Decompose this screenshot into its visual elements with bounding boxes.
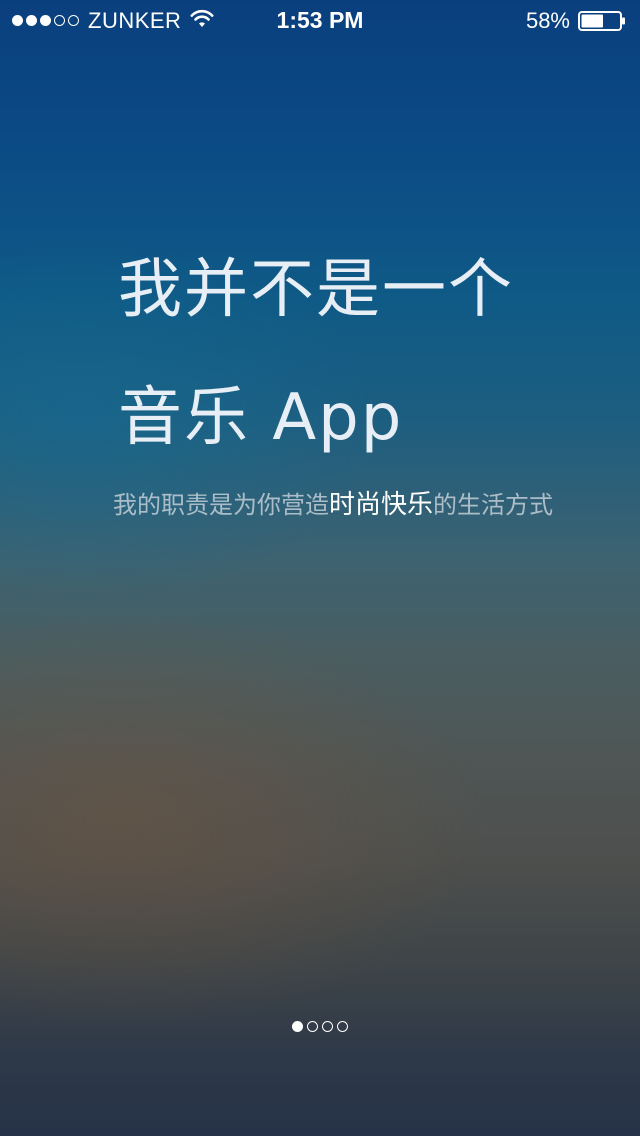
headline-line-1: 我并不是一个 bbox=[118, 253, 514, 327]
battery-percent: 58% bbox=[525, 8, 570, 33]
page-dot-3[interactable] bbox=[322, 1021, 333, 1032]
status-bar: ZUNKER 1:53 PM 58% bbox=[0, 0, 640, 40]
battery-icon bbox=[578, 11, 625, 31]
subtitle-prefix: 我的职责是为你营造 bbox=[112, 491, 329, 519]
headline-line-2: 音乐 App bbox=[118, 381, 404, 455]
intro-subtitle: 我的职责是为你营造时尚快乐的生活方式 bbox=[0, 484, 640, 521]
page-indicator[interactable] bbox=[0, 1021, 640, 1032]
battery-fill bbox=[581, 14, 603, 28]
page-dot-1[interactable] bbox=[292, 1021, 303, 1032]
subtitle-highlight: 时尚快乐 bbox=[328, 490, 433, 520]
page-dot-4[interactable] bbox=[337, 1021, 348, 1032]
subtitle-suffix: 的生活方式 bbox=[433, 491, 553, 519]
page-dot-2[interactable] bbox=[307, 1021, 318, 1032]
